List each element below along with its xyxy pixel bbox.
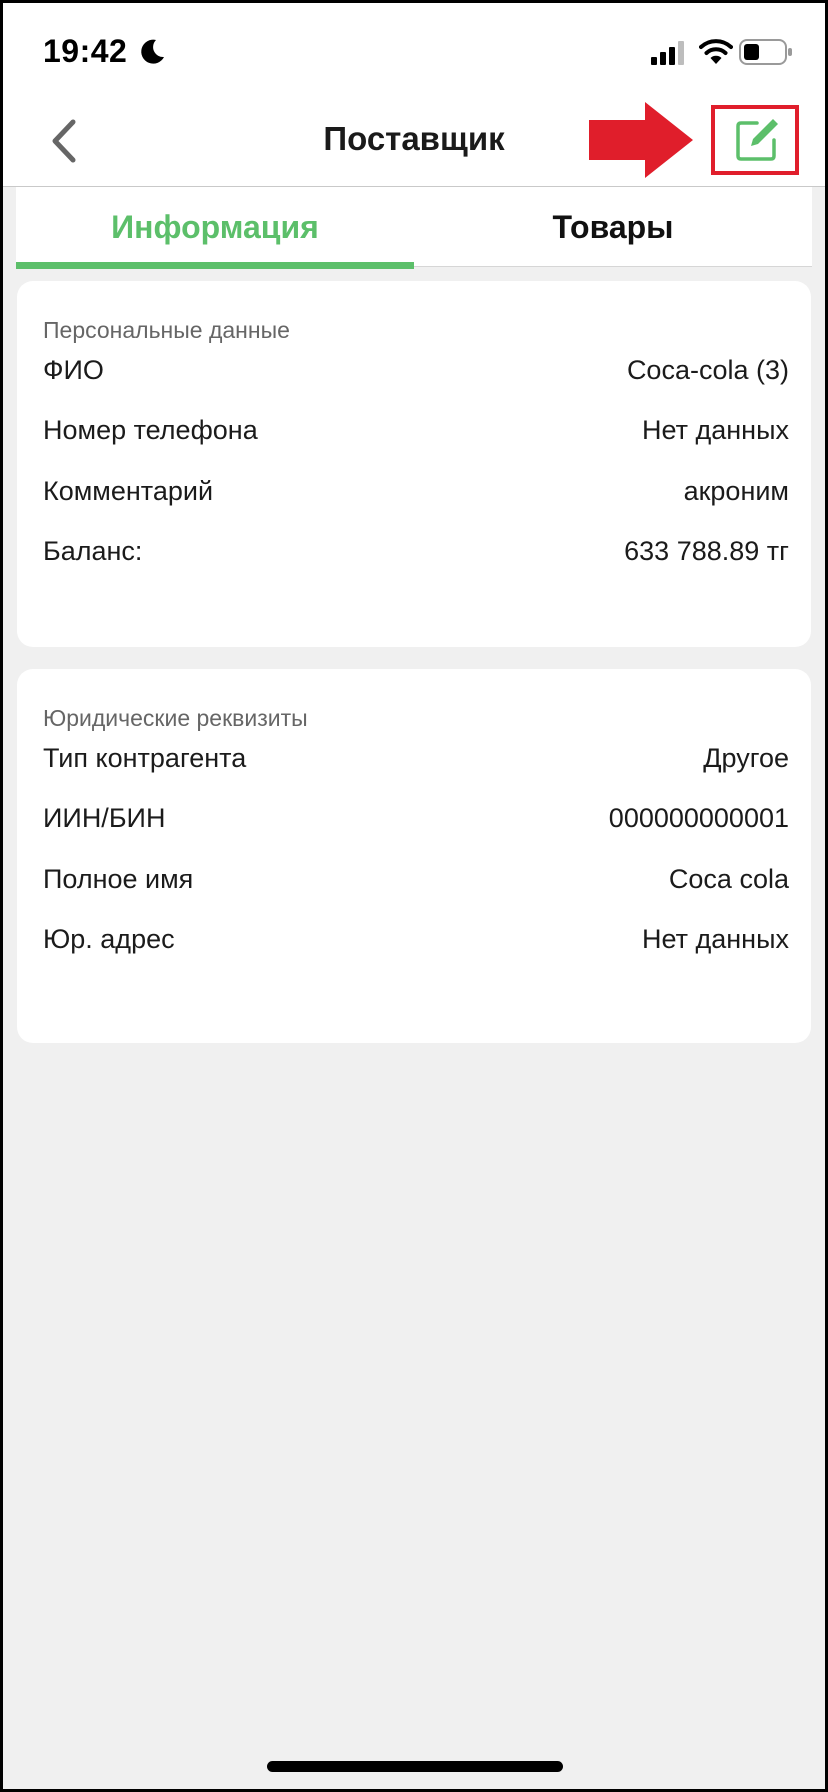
row-phone: Номер телефона Нет данных (43, 410, 789, 450)
tab-information[interactable]: Информация (16, 187, 414, 267)
section-title-legal: Юридические реквизиты (43, 705, 308, 731)
personal-data-card: Персональные данные ФИО Coca-cola (3) Но… (17, 281, 811, 647)
row-label: ИИН/БИН (43, 802, 166, 833)
row-counterparty-type: Тип контрагента Другое (43, 738, 789, 778)
red-arrow-annotation (589, 102, 693, 178)
row-balance: Баланс: 633 788.89 тг (43, 531, 789, 571)
screen: 19:42 Поставщик Информация Товары Персон… (3, 3, 825, 1789)
row-value: Другое (703, 742, 789, 773)
edit-button[interactable] (733, 116, 781, 164)
row-value: Нет данных (642, 414, 789, 445)
status-bar: 19:42 (3, 3, 825, 98)
page-title: Поставщик (323, 120, 505, 157)
moon-icon (141, 39, 164, 64)
row-full-legal-name: Полное имя Coca cola (43, 859, 789, 899)
legal-details-card: Юридические реквизиты Тип контрагента Др… (17, 669, 811, 1043)
row-comment: Комментарий акроним (43, 471, 789, 511)
row-value: 633 788.89 тг (624, 535, 789, 566)
battery-icon (739, 39, 792, 65)
row-full-name: ФИО Coca-cola (3) (43, 350, 789, 390)
row-label: Номер телефона (43, 414, 258, 445)
row-label: Комментарий (43, 475, 214, 506)
home-indicator[interactable] (267, 1761, 563, 1772)
status-time: 19:42 (43, 33, 128, 69)
row-value: 000000000001 (608, 802, 789, 833)
row-legal-address: Юр. адрес Нет данных (43, 919, 789, 959)
row-value: Coca-cola (3) (626, 354, 789, 385)
tab-goods[interactable]: Товары (414, 187, 812, 267)
row-label: Юр. адрес (43, 923, 175, 954)
cellular-signal-icon (651, 41, 684, 65)
row-value: Coca cola (668, 863, 789, 894)
active-tab-indicator (16, 262, 414, 269)
row-label: Тип контрагента (43, 742, 247, 773)
row-label: Баланс: (43, 535, 143, 566)
section-title-personal: Персональные данные (43, 317, 290, 343)
row-value: Нет данных (642, 923, 789, 954)
tab-divider (414, 266, 812, 267)
row-value: акроним (683, 475, 789, 506)
wifi-icon (699, 39, 733, 64)
row-label: Полное имя (43, 863, 194, 894)
tab-bar: Информация Товары (16, 187, 812, 269)
row-iin-bin: ИИН/БИН 000000000001 (43, 798, 789, 838)
nav-bar: Поставщик (3, 98, 825, 187)
row-label: ФИО (43, 354, 104, 385)
